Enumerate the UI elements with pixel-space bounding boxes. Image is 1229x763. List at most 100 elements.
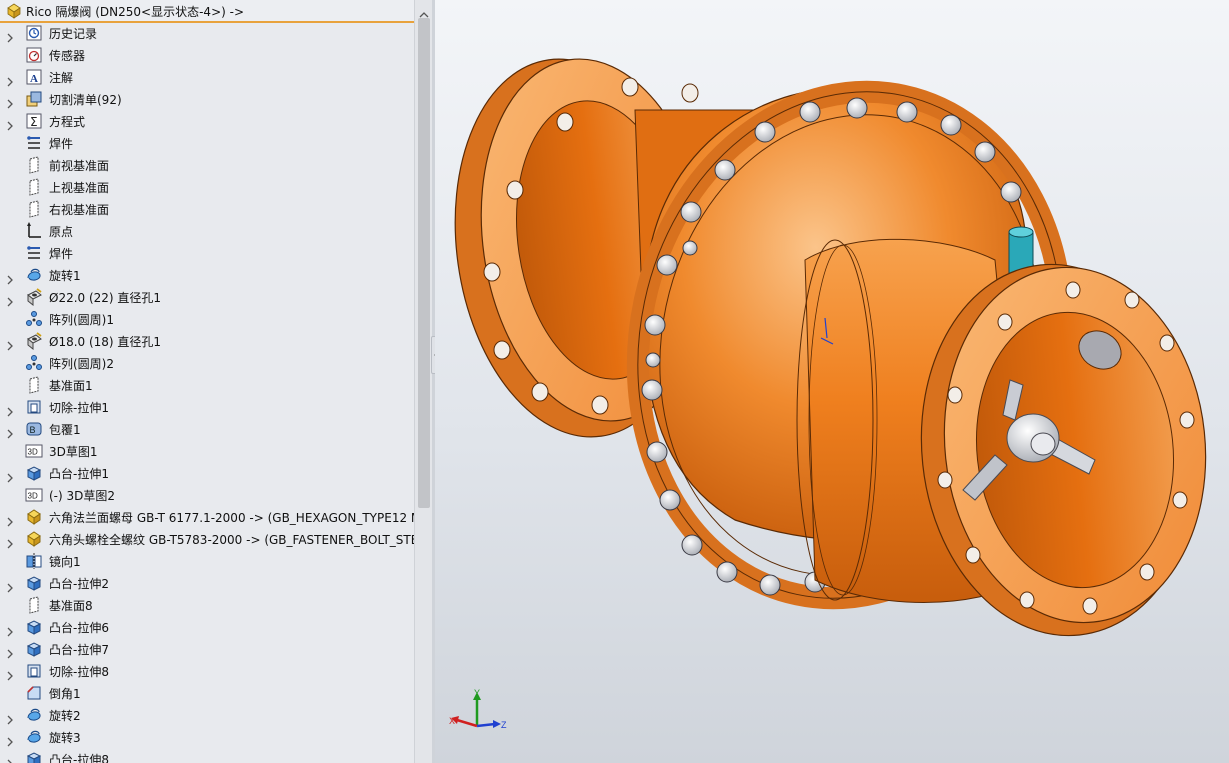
revolve-icon [25,728,43,746]
pattern-icon [25,354,43,372]
tree-item-label: 焊件 [49,137,74,151]
tree-item-label: 凸台-拉伸2 [49,577,109,591]
revolve-icon [25,706,43,724]
expand-arrow-icon[interactable] [6,402,14,417]
tree-item[interactable]: 旋转3 [0,726,414,748]
sensor-icon [25,46,43,64]
tree-item[interactable]: 3D 3D草图1 [0,440,414,462]
pattern-icon [25,310,43,328]
expand-arrow-icon[interactable] [6,710,14,725]
tree-item[interactable]: 六角头螺栓全螺纹 GB-T5783-2000 -> (GB_FASTENER_B… [0,528,414,550]
tree-item[interactable]: 历史记录 [0,22,414,44]
tree-item[interactable]: 切除-拉伸1 [0,396,414,418]
tree-item[interactable]: Ø18.0 (18) 直径孔1 [0,330,414,352]
expand-arrow-icon[interactable] [6,116,14,131]
tree-item-label: 凸台-拉伸7 [49,643,109,657]
tree-item-label: 旋转3 [49,731,81,745]
expand-arrow-icon[interactable] [6,424,14,439]
tree-item[interactable]: 凸台-拉伸6 [0,616,414,638]
expand-arrow-icon[interactable] [6,534,14,549]
weldment-icon [25,134,43,152]
expand-arrow-icon[interactable] [6,292,14,307]
view-orientation-triad: X Y Z [447,688,507,742]
expand-arrow-icon[interactable] [6,666,14,681]
expand-arrow-icon[interactable] [6,94,14,109]
tree-item[interactable]: 基准面8 [0,594,414,616]
expand-arrow-icon[interactable] [6,732,14,747]
tree-item[interactable]: Ø22.0 (22) 直径孔1 [0,286,414,308]
expand-arrow-icon[interactable] [6,512,14,527]
tree-item-label: 凸台-拉伸6 [49,621,109,635]
expand-arrow-icon[interactable] [6,468,14,483]
tree-item[interactable]: 旋转2 [0,704,414,726]
expand-arrow-icon[interactable] [6,72,14,87]
tree-item-label: 方程式 [49,115,86,129]
expand-arrow-icon[interactable] [6,270,14,285]
feature-manager-tree: Rico 隔爆阀 (DN250<显示状态-4>) -> 历史记录传感器 A 注解切割… [0,0,414,763]
cut-extrude-icon [25,398,43,416]
tree-item[interactable]: 倒角1 [0,682,414,704]
boss-extrude-icon [25,464,43,482]
hole-icon [25,332,43,351]
tree-item-label: 上视基准面 [49,181,110,195]
library-part-icon [25,508,43,526]
graphics-viewport[interactable]: X Y Z [435,0,1229,763]
expand-arrow-icon[interactable] [6,28,14,43]
expand-arrow-icon[interactable] [6,622,14,637]
z-axis [476,722,496,728]
tree-item[interactable]: 切割清单(92) [0,88,414,110]
tree-item-label: 基准面8 [49,599,93,613]
tree-item[interactable]: 传感器 [0,44,414,66]
tree-item-label: 历史记录 [49,27,98,41]
valve-3d-model[interactable] [435,0,1229,763]
tree-root-row[interactable]: Rico 隔爆阀 (DN250<显示状态-4>) -> [0,0,414,23]
tree-item-label: 倒角1 [49,687,81,701]
tree-item-label: 原点 [49,225,74,239]
tree-item[interactable]: 凸台-拉伸2 [0,572,414,594]
tree-item[interactable]: 上视基准面 [0,176,414,198]
tree-scrollbar[interactable] [414,0,434,763]
cut-extrude-icon [25,662,43,680]
scroll-thumb[interactable] [418,18,430,508]
tree-item[interactable]: 前视基准面 [0,154,414,176]
tree-item[interactable]: 原点 [0,220,414,242]
tree-item[interactable]: 基准面1 [0,374,414,396]
tree-item[interactable]: 六角法兰面螺母 GB-T 6177.1-2000 -> (GB_HEXAGON_… [0,506,414,528]
tree-item[interactable]: 焊件 [0,132,414,154]
tree-item[interactable]: Σ 方程式 [0,110,414,132]
tree-item[interactable]: 阵列(圆周)1 [0,308,414,330]
tree-item-label: 3D草图1 [49,445,98,459]
tree-item-label: 六角头螺栓全螺纹 GB-T5783-2000 -> (GB_FASTENER_B… [49,533,414,547]
expand-arrow-icon[interactable] [6,754,14,763]
expand-arrow-icon[interactable] [6,578,14,593]
tree-item[interactable]: 焊件 [0,242,414,264]
svg-text:A: A [30,73,38,85]
tree-item[interactable]: A 注解 [0,66,414,88]
y-axis-label: Y [474,688,480,698]
tree-item[interactable]: B 包覆1 [0,418,414,440]
tree-item[interactable]: 凸台-拉伸1 [0,462,414,484]
tree-item[interactable]: 凸台-拉伸8 [0,748,414,763]
tree-item-label: 焊件 [49,247,74,261]
tree-item-label: 凸台-拉伸1 [49,467,109,481]
expand-arrow-icon[interactable] [6,336,14,351]
tree-item-label: Ø18.0 (18) 直径孔1 [49,335,162,349]
tree-item-label: 阵列(圆周)1 [49,313,114,327]
annotation-icon: A [25,68,43,86]
tree-item[interactable]: 切除-拉伸8 [0,660,414,682]
tree-item-label: 传感器 [49,49,86,63]
expand-arrow-icon[interactable] [6,644,14,659]
tree-item[interactable]: 3D (-) 3D草图2 [0,484,414,506]
boss-extrude-icon [25,640,43,658]
tree-item-label: 切除-拉伸8 [49,665,109,679]
cut-list-icon [25,90,43,108]
tree-item[interactable]: 旋转1 [0,264,414,286]
tree-item-label: 凸台-拉伸8 [49,753,109,763]
tree-item[interactable]: 凸台-拉伸7 [0,638,414,660]
part-title: Rico 隔爆阀 (DN250<显示状态-4>) -> [26,5,244,19]
tree-item-label: 切割清单(92) [49,93,122,107]
tree-item-label: 右视基准面 [49,203,110,217]
tree-item[interactable]: 镜向1 [0,550,414,572]
tree-item[interactable]: 阵列(圆周)2 [0,352,414,374]
tree-item[interactable]: 右视基准面 [0,198,414,220]
